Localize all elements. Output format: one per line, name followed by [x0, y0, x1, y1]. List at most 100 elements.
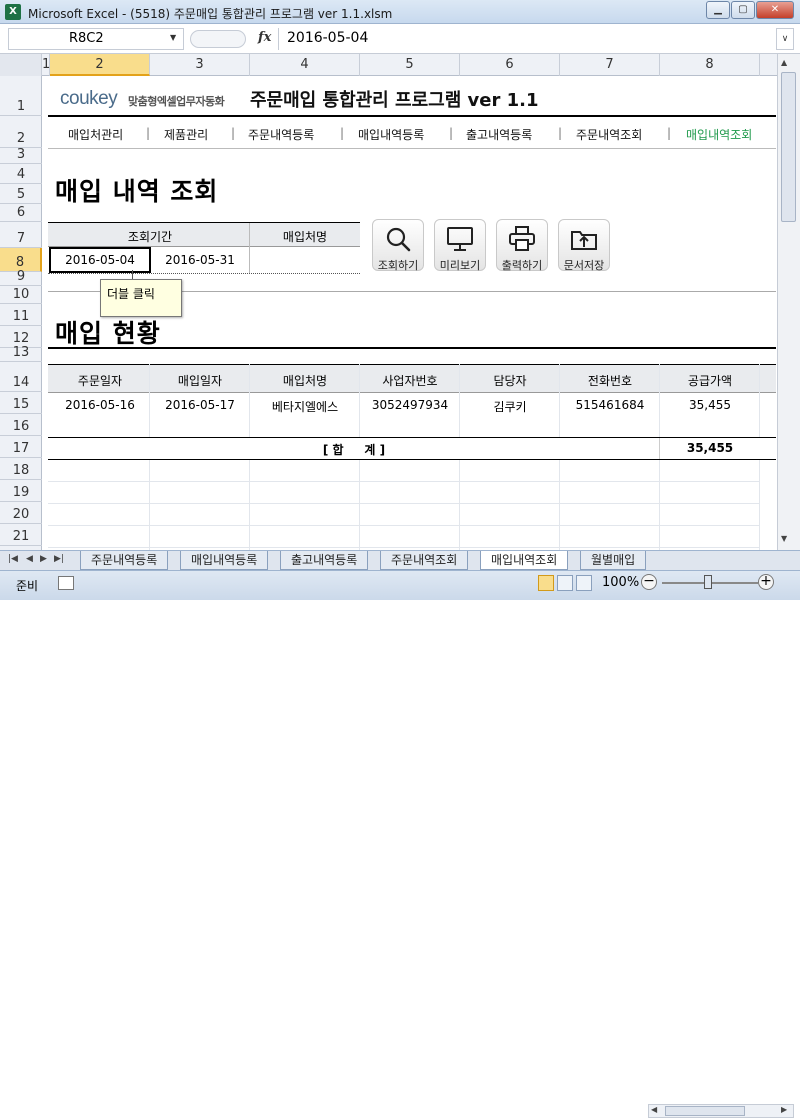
- nav-product-mgmt[interactable]: 제품관리: [164, 126, 208, 143]
- page-layout-view-icon[interactable]: [557, 575, 573, 591]
- query-start-date[interactable]: 2016-05-04: [50, 253, 150, 267]
- query-vendor-label: 매입처명: [282, 230, 328, 244]
- row-header[interactable]: 20: [0, 502, 42, 524]
- nav-separator: |: [231, 126, 236, 140]
- nav-purchase-entry[interactable]: 매입내역등록: [358, 126, 424, 143]
- sheet-tab[interactable]: 매입내역등록: [180, 551, 269, 570]
- chevron-down-icon[interactable]: ▼: [170, 33, 176, 42]
- column-header[interactable]: 7: [560, 54, 660, 76]
- row-header[interactable]: 2: [0, 116, 42, 148]
- row-header[interactable]: 11: [0, 304, 42, 326]
- sheet-tab[interactable]: 주문내역조회: [380, 551, 469, 570]
- normal-view-icon[interactable]: [538, 575, 554, 591]
- nav-vendor-mgmt[interactable]: 매입처관리: [68, 126, 123, 143]
- column-header[interactable]: 8: [660, 54, 760, 76]
- table-cell[interactable]: 35,455: [660, 398, 760, 412]
- prev-sheet-icon[interactable]: ◀: [26, 554, 33, 564]
- row-header[interactable]: 19: [0, 480, 42, 502]
- grid-line: [48, 481, 760, 482]
- zoom-in-icon[interactable]: +: [758, 574, 774, 590]
- search-button[interactable]: 조회하기: [372, 219, 424, 272]
- nav-separator: |: [449, 126, 454, 140]
- scroll-up-icon[interactable]: ▲: [781, 58, 787, 67]
- excel-app-icon[interactable]: X: [5, 4, 21, 20]
- sheet-tab[interactable]: 주문내역등록: [80, 551, 169, 570]
- row-header[interactable]: 4: [0, 164, 42, 184]
- scroll-right-icon[interactable]: ▶: [781, 1105, 787, 1114]
- formula-function-buttons[interactable]: [190, 30, 246, 48]
- sheet-tab[interactable]: 월별매입: [580, 551, 646, 570]
- row-header[interactable]: 6: [0, 204, 42, 222]
- row-header[interactable]: 15: [0, 392, 42, 414]
- zoom-out-icon[interactable]: −: [641, 574, 657, 590]
- horizontal-scrollbar[interactable]: ◀ ▶: [648, 1104, 794, 1118]
- vertical-scrollbar[interactable]: ▲ ▼: [777, 54, 800, 550]
- column-header[interactable]: 4: [250, 54, 360, 76]
- table-cell[interactable]: 2016-05-16: [50, 398, 150, 412]
- hscroll-thumb[interactable]: [665, 1106, 745, 1116]
- row-header[interactable]: 21: [0, 524, 42, 546]
- nav-order-query[interactable]: 주문내역조회: [576, 126, 642, 143]
- row-header[interactable]: 13: [0, 345, 42, 362]
- row-header[interactable]: 18: [0, 458, 42, 480]
- col-purchase-date: 매입일자: [177, 374, 223, 388]
- zoom-slider-thumb[interactable]: [704, 575, 712, 589]
- scroll-down-icon[interactable]: ▼: [781, 534, 787, 543]
- scroll-left-icon[interactable]: ◀: [651, 1105, 657, 1114]
- table-cell[interactable]: 베타지엘에스: [250, 398, 360, 415]
- row-header[interactable]: 9: [0, 269, 42, 286]
- row-header[interactable]: 16: [0, 414, 42, 436]
- window-title: Microsoft Excel - (5518) 주문매입 통합관리 프로그램 …: [28, 7, 393, 21]
- formula-input[interactable]: 2016-05-04: [278, 28, 776, 50]
- name-box[interactable]: R8C2: [8, 28, 184, 50]
- nav-order-entry[interactable]: 주문내역등록: [248, 126, 314, 143]
- print-button[interactable]: 출력하기: [496, 219, 548, 272]
- row-header[interactable]: 17: [0, 436, 42, 458]
- column-header[interactable]: 2: [50, 54, 150, 76]
- column-header[interactable]: 5: [360, 54, 460, 76]
- scrollbar-thumb[interactable]: [781, 72, 796, 222]
- zoom-level[interactable]: 100%: [602, 575, 639, 590]
- sheet-tab[interactable]: 출고내역등록: [280, 551, 369, 570]
- column-header[interactable]: 1: [42, 54, 50, 76]
- next-sheet-icon[interactable]: ▶: [40, 554, 47, 564]
- nav-divider: [48, 148, 776, 149]
- nav-separator: |: [667, 126, 672, 140]
- first-sheet-icon[interactable]: |◀: [8, 554, 18, 564]
- coukey-logo: coukey: [60, 88, 118, 109]
- row-header[interactable]: 7: [0, 222, 42, 248]
- close-icon[interactable]: ✕: [756, 1, 794, 19]
- row-header[interactable]: 14: [0, 362, 42, 392]
- table-cell[interactable]: 3052497934: [360, 398, 460, 412]
- minimize-icon[interactable]: ▁: [706, 1, 730, 19]
- column-header[interactable]: 3: [150, 54, 250, 76]
- table-cell[interactable]: 김쿠키: [460, 398, 560, 415]
- maximize-icon[interactable]: ▢: [731, 1, 755, 19]
- query-end-date[interactable]: 2016-05-31: [150, 253, 250, 267]
- last-sheet-icon[interactable]: ▶|: [54, 554, 64, 564]
- row-header[interactable]: 3: [0, 147, 42, 164]
- row-header[interactable]: 1: [0, 76, 42, 116]
- nav-purchase-query[interactable]: 매입내역조회: [686, 126, 752, 143]
- row-header[interactable]: 10: [0, 286, 42, 304]
- nav-shipment-entry[interactable]: 출고내역등록: [466, 126, 532, 143]
- table-cell[interactable]: 515461684: [560, 398, 660, 412]
- macro-record-icon[interactable]: [58, 576, 74, 590]
- select-all-corner[interactable]: [0, 54, 42, 76]
- table-cell[interactable]: 2016-05-17: [150, 398, 250, 412]
- total-value: 35,455: [686, 441, 734, 455]
- column-headers: 1 2 3 4 5 6 7 8: [0, 54, 800, 76]
- print-button-label: 출력하기: [501, 259, 543, 272]
- row-header[interactable]: 5: [0, 184, 42, 204]
- col-manager: 담당자: [493, 374, 527, 388]
- save-document-button[interactable]: 문서저장: [558, 219, 610, 272]
- expand-formula-icon[interactable]: ∨: [776, 28, 794, 50]
- insert-function-icon[interactable]: fx: [258, 30, 271, 45]
- column-header[interactable]: 6: [460, 54, 560, 76]
- nav-separator: |: [558, 126, 563, 140]
- page-break-view-icon[interactable]: [576, 575, 592, 591]
- app-title: 주문매입 통합관리 프로그램 ver 1.1: [250, 90, 539, 111]
- preview-button[interactable]: 미리보기: [434, 219, 486, 272]
- sheet-tab-active[interactable]: 매입내역조회: [480, 551, 569, 570]
- status-section-title: 매입 현황: [55, 319, 161, 348]
